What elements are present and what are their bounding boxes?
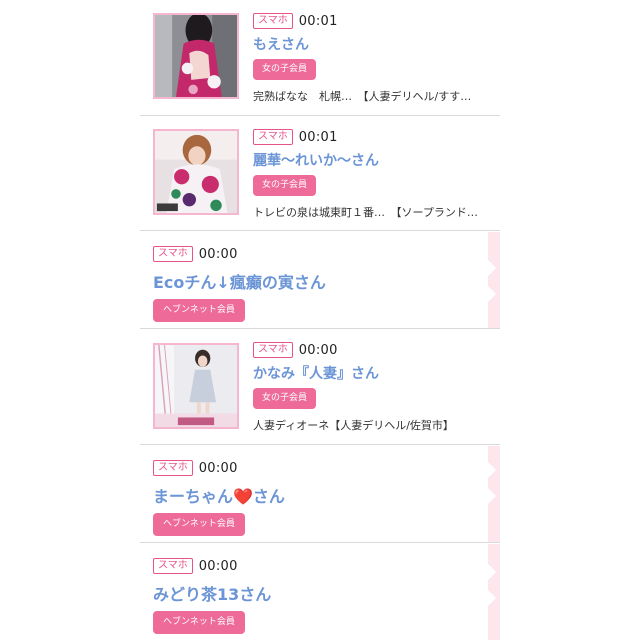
device-badge: スマホ xyxy=(153,246,193,262)
list-item[interactable]: スマホ 00:00 みどり茶13さん ヘブンネット会員 xyxy=(140,543,500,640)
access-time: 00:01 xyxy=(298,13,338,29)
access-time: 00:01 xyxy=(298,129,338,145)
member-type-button[interactable]: ヘブンネット会員 xyxy=(153,611,245,634)
device-badge: スマホ xyxy=(253,13,293,29)
member-type-button[interactable]: ヘブンネット会員 xyxy=(153,299,245,322)
tab-notch xyxy=(488,564,496,580)
member-type-button[interactable]: 女の子会員 xyxy=(253,59,317,80)
tab-notch xyxy=(488,590,496,606)
photo-woman-white-dress-icon xyxy=(155,345,237,427)
user-name-link[interactable]: もえさん xyxy=(253,34,485,54)
member-type-button[interactable]: ヘブンネット会員 xyxy=(153,513,245,536)
user-name-link[interactable]: まーちゃん❤️さん xyxy=(153,483,285,507)
tab-notch xyxy=(488,488,496,504)
list-item[interactable]: スマホ 00:00 まーちゃん❤️さん ヘブンネット会員 xyxy=(140,445,500,543)
shop-name[interactable]: 人妻ディオーネ【人妻デリヘル/佐賀市】 xyxy=(253,417,485,433)
access-time: 00:00 xyxy=(198,460,238,476)
list-item[interactable]: スマホ 00:01 もえさん 女の子会員 完熟ばなな 札幌… 【人妻デリヘル/す… xyxy=(140,0,500,116)
user-name-link[interactable]: みどり茶13さん xyxy=(153,581,271,605)
photo-woman-pink-kimono-icon xyxy=(155,15,237,97)
tab-notch xyxy=(488,286,496,302)
user-name-link[interactable]: Ecoチん↓瘋癲の寅さん xyxy=(153,269,326,293)
user-name-link[interactable]: かなみ『人妻』さん xyxy=(253,363,485,383)
access-time: 00:00 xyxy=(298,342,338,358)
user-name-link[interactable]: 麗華〜れいか〜さん xyxy=(253,150,485,170)
access-time: 00:00 xyxy=(198,558,238,574)
side-tab xyxy=(488,232,500,328)
shop-name[interactable]: 完熟ばなな 札幌… 【人妻デリヘル/すす… xyxy=(253,88,485,104)
profile-thumbnail[interactable] xyxy=(153,129,239,215)
member-type-button[interactable]: 女の子会員 xyxy=(253,175,317,196)
shop-name[interactable]: トレビの泉は城東町１番… 【ソープランド… xyxy=(253,204,485,220)
device-badge: スマホ xyxy=(153,460,193,476)
tab-notch xyxy=(488,462,496,478)
list-item[interactable]: スマホ 00:00 かなみ『人妻』さん 女の子会員 人妻ディオーネ【人妻デリヘル… xyxy=(140,329,500,445)
profile-thumbnail[interactable] xyxy=(153,13,239,99)
side-tab xyxy=(488,544,500,640)
list-item[interactable]: スマホ 00:00 Ecoチん↓瘋癲の寅さん ヘブンネット会員 xyxy=(140,231,500,329)
device-badge: スマホ xyxy=(253,342,293,358)
access-time: 00:00 xyxy=(198,246,238,262)
member-type-button[interactable]: 女の子会員 xyxy=(253,388,317,409)
device-badge: スマホ xyxy=(153,558,193,574)
profile-thumbnail[interactable] xyxy=(153,343,239,429)
side-tab xyxy=(488,446,500,542)
access-history-list: スマホ 00:01 もえさん 女の子会員 完熟ばなな 札幌… 【人妻デリヘル/す… xyxy=(140,0,500,640)
device-badge: スマホ xyxy=(253,129,293,145)
list-item[interactable]: スマホ 00:01 麗華〜れいか〜さん 女の子会員 トレビの泉は城東町１番… 【… xyxy=(140,116,500,231)
tab-notch xyxy=(488,260,496,276)
photo-woman-floral-yukata-icon xyxy=(155,131,237,213)
